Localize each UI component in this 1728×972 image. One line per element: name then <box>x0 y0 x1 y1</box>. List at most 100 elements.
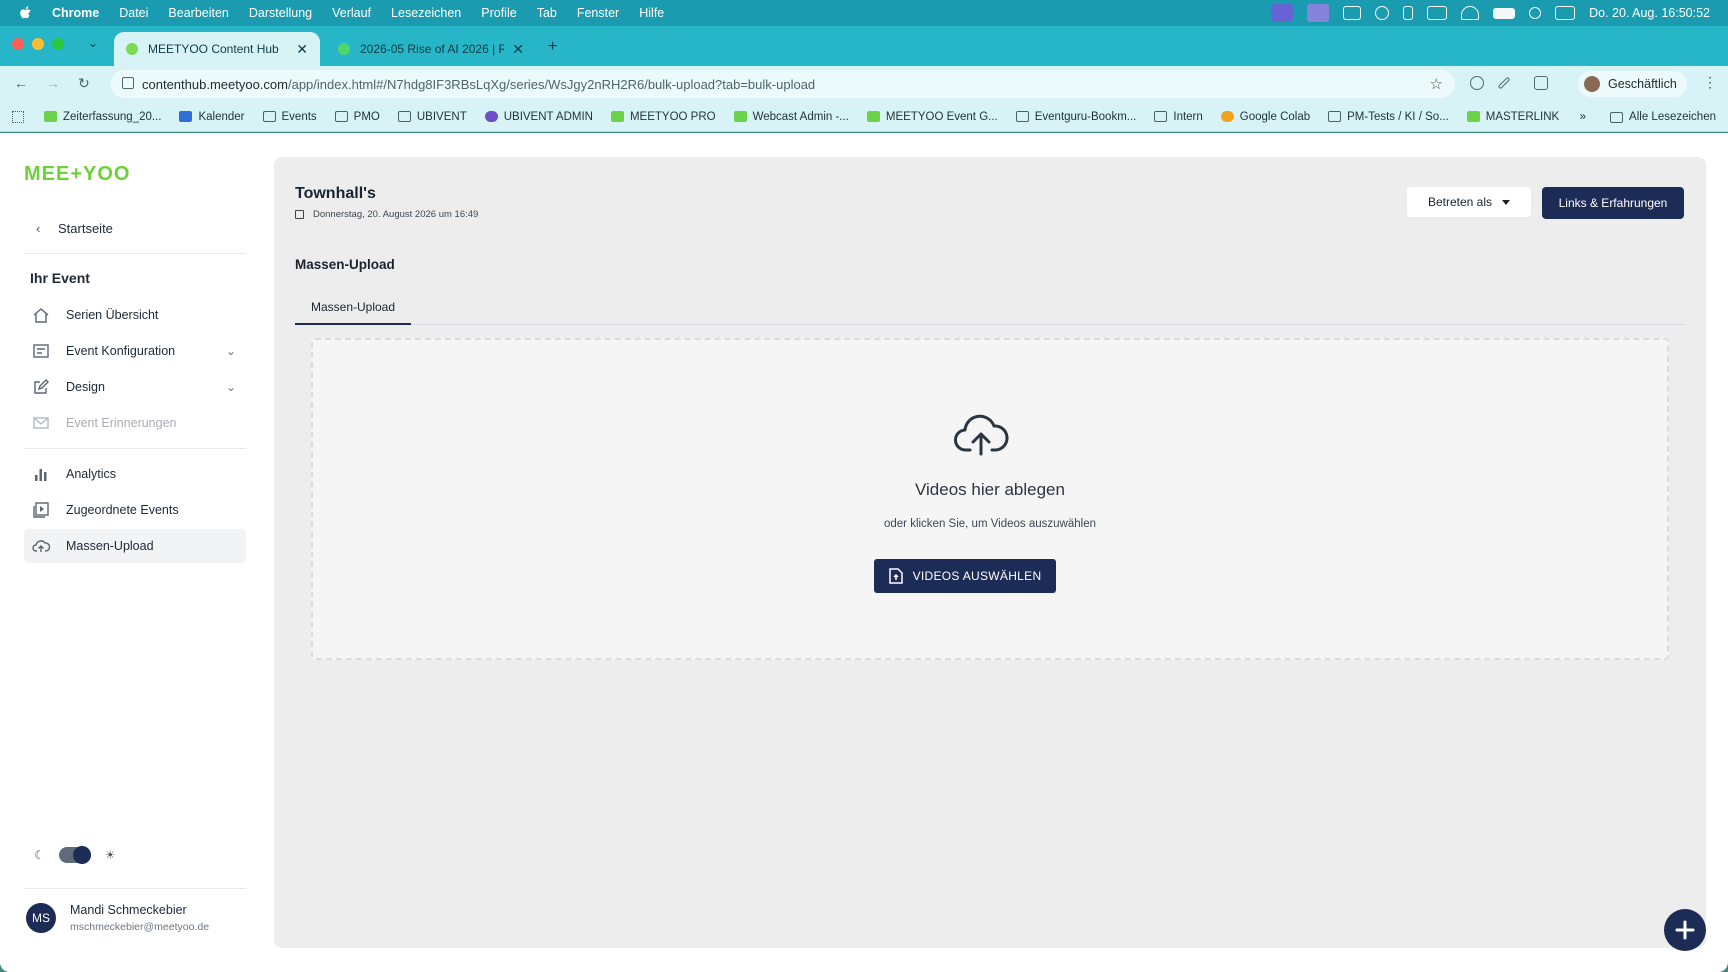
tab-massen-upload[interactable]: Massen-Upload <box>295 291 411 325</box>
tab-meetyoo-content-hub[interactable]: MEETYOO Content Hub ✕ <box>114 32 320 66</box>
bookmark-item[interactable]: Kalender <box>179 111 245 123</box>
extensions-puzzle-icon[interactable] <box>1534 76 1548 90</box>
menu-lesezeichen[interactable]: Lesezeichen <box>391 6 461 20</box>
links-button[interactable]: Links & Erfahrungen <box>1542 187 1684 219</box>
sun-icon: ☀ <box>104 848 116 862</box>
section-title: Ihr Event <box>30 270 90 286</box>
menu-hilfe[interactable]: Hilfe <box>639 6 664 20</box>
sidebar-item-label: Zugeordnete Events <box>66 503 179 517</box>
bookmark-item[interactable]: MEETYOO Event G... <box>866 111 998 123</box>
sidebar-item-label: Serien Übersicht <box>66 308 159 322</box>
bookmark-folder[interactable]: Intern <box>1154 111 1203 123</box>
bookmark-item[interactable]: Webcast Admin -... <box>733 111 849 123</box>
bookmark-star-icon[interactable]: ☆ <box>1430 75 1443 93</box>
sidebar-item-massen-upload[interactable]: Massen-Upload <box>24 529 246 563</box>
tab-search-chevron-icon[interactable]: ⌄ <box>88 36 98 50</box>
tab-favicon <box>126 43 138 55</box>
settings-form-icon <box>32 343 50 359</box>
sidebar-item-zugeordnete-events[interactable]: Zugeordnete Events <box>24 493 246 527</box>
close-tab-icon[interactable]: ✕ <box>512 41 524 58</box>
user-profile[interactable]: MS Mandi Schmeckebier mschmeckebier@meet… <box>26 903 209 933</box>
menu-app-name[interactable]: Chrome <box>52 6 99 20</box>
reload-icon[interactable]: ↻ <box>78 75 90 92</box>
meetyoo-logo[interactable]: MEE+YOO <box>24 163 130 186</box>
menu-tab[interactable]: Tab <box>537 6 557 20</box>
bluetooth-icon[interactable] <box>1403 6 1414 20</box>
bookmarks-overflow-icon[interactable]: » <box>1580 111 1586 123</box>
join-as-dropdown[interactable]: Betreten als <box>1407 187 1531 217</box>
bookmark-folder[interactable]: PMO <box>334 111 380 123</box>
pen-icon[interactable] <box>1497 76 1511 90</box>
chevron-down-icon: ⌄ <box>226 344 237 358</box>
menu-bearbeiten[interactable]: Bearbeiten <box>168 6 228 20</box>
user-name: Mandi Schmeckebier <box>70 903 187 917</box>
back-arrow-icon[interactable]: ← <box>14 75 28 91</box>
new-tab-plus-icon[interactable]: + <box>548 38 557 56</box>
sidebar-item-design[interactable]: Design ⌄ <box>24 370 246 404</box>
back-to-startseite[interactable]: ‹ Startseite <box>24 213 244 243</box>
sync-icon[interactable] <box>1375 6 1390 20</box>
edit-icon <box>32 379 50 395</box>
bookmark-folder[interactable]: UBIVENT <box>397 110 467 123</box>
bookmark-item[interactable]: UBIVENT ADMIN <box>484 110 593 123</box>
bookmark-folder[interactable]: Eventguru-Bookm... <box>1015 111 1136 123</box>
bookmark-item[interactable]: Google Colab <box>1220 111 1310 123</box>
tab-title: MEETYOO Content Hub <box>148 42 279 56</box>
menu-verlauf[interactable]: Verlauf <box>332 6 371 20</box>
add-fab-button[interactable] <box>1664 909 1706 951</box>
menu-datei[interactable]: Datei <box>119 6 148 20</box>
extension-icon[interactable] <box>1470 76 1484 90</box>
battery-icon[interactable] <box>1493 7 1516 19</box>
sidebar-item-event-konfiguration[interactable]: Event Konfiguration ⌄ <box>24 334 246 368</box>
user-email: mschmeckebier@meetyoo.de <box>70 921 210 933</box>
bookmark-label: UBIVENT ADMIN <box>503 110 593 123</box>
sidebar-item-serien-uebersicht[interactable]: Serien Übersicht <box>24 298 246 332</box>
select-videos-button[interactable]: VIDEOS AUSWÄHLEN <box>874 559 1056 593</box>
folder-icon <box>1610 111 1624 123</box>
video-dropzone[interactable]: Videos hier ablegen oder klicken Sie, um… <box>311 338 1669 660</box>
dropzone-title: Videos hier ablegen <box>915 480 1065 499</box>
close-window-button[interactable] <box>12 38 24 50</box>
address-bar[interactable]: contenthub.meetyoo.com/app/index.html#/N… <box>110 70 1455 98</box>
sidebar-item-event-erinnerungen[interactable]: Event Erinnerungen <box>24 406 246 440</box>
profile-button[interactable]: Geschäftlich <box>1578 71 1687 97</box>
forward-arrow-icon[interactable]: → <box>46 75 60 91</box>
close-tab-icon[interactable]: ✕ <box>296 41 308 58</box>
keyboard-icon[interactable] <box>1427 6 1448 20</box>
menu-profile[interactable]: Profile <box>481 6 516 20</box>
tab-rise-of-ai[interactable]: 2026-05 Rise of AI 2026 | Re ✕ <box>326 32 536 66</box>
spotlight-search-icon[interactable] <box>1529 7 1542 19</box>
kebab-menu-icon[interactable]: ⋮ <box>1703 74 1717 91</box>
section-title: Massen-Upload <box>295 257 395 272</box>
theme-switch[interactable] <box>58 846 91 864</box>
sidebar-item-analytics[interactable]: Analytics <box>24 457 246 491</box>
screen-record-icon[interactable] <box>1271 4 1294 22</box>
all-bookmarks-folder[interactable]: Alle Lesezeichen <box>1610 111 1716 123</box>
cloud-upload-icon <box>32 538 50 554</box>
bookmark-item[interactable]: MEETYOO PRO <box>610 111 716 123</box>
folder-icon <box>397 111 411 122</box>
bookmark-favicon-icon <box>866 111 880 122</box>
bookmark-label: UBIVENT <box>416 110 467 123</box>
page-title: Townhall's <box>295 185 376 202</box>
browser-tab-strip: ⌄ MEETYOO Content Hub ✕ 2026-05 Rise of … <box>0 26 1728 66</box>
apps-grid-icon[interactable] <box>12 110 24 123</box>
menu-clock[interactable]: Do. 20. Aug. 16:50:52 <box>1589 6 1710 20</box>
maximize-window-button[interactable] <box>52 38 64 50</box>
menu-fenster[interactable]: Fenster <box>577 6 619 20</box>
site-info-icon[interactable] <box>122 77 134 89</box>
menu-darstellung[interactable]: Darstellung <box>249 6 312 20</box>
control-center-icon[interactable] <box>1555 6 1576 20</box>
bookmark-folder[interactable]: PM-Tests / KI / So... <box>1328 111 1449 123</box>
wifi-icon[interactable] <box>1461 6 1480 20</box>
screen-share-icon[interactable] <box>1307 4 1330 22</box>
divider <box>24 253 246 254</box>
apple-icon[interactable] <box>18 5 34 21</box>
bookmark-folder[interactable]: Events <box>262 111 317 123</box>
minimize-window-button[interactable] <box>32 38 44 50</box>
bookmark-item[interactable]: Zeiterfassung_20... <box>44 111 161 123</box>
drive-icon[interactable] <box>1343 6 1362 20</box>
bookmark-item[interactable]: MASTERLINK <box>1466 111 1559 123</box>
tab-favicon <box>338 43 350 55</box>
caret-down-icon <box>1502 199 1511 205</box>
